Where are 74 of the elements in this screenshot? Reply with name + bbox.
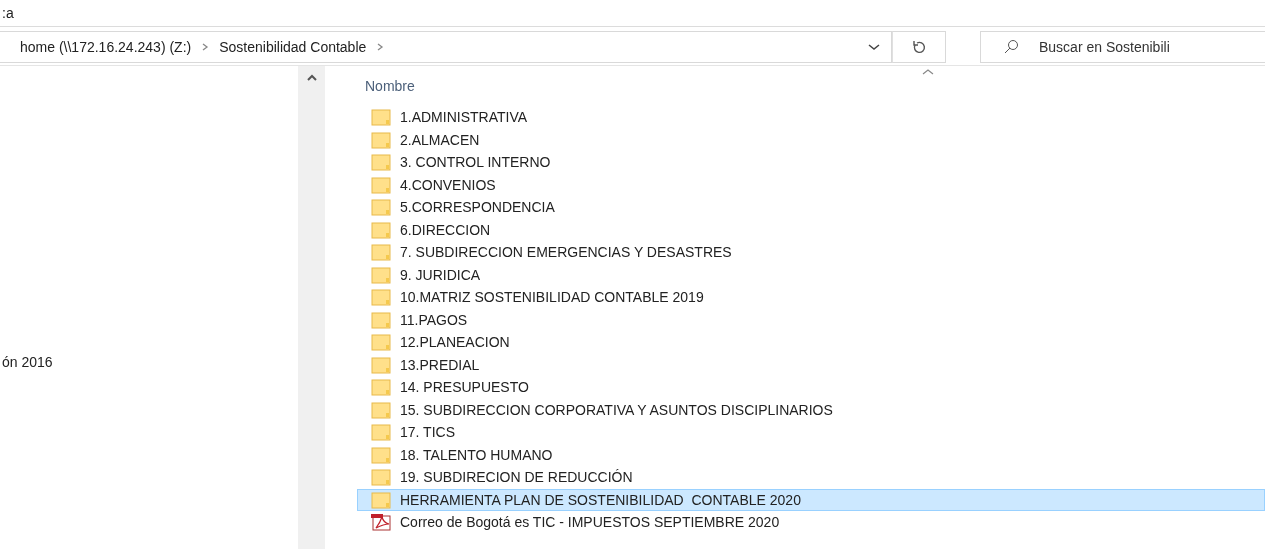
file-name: 14. PRESUPUESTO [400,379,529,396]
file-name: 4.CONVENIOS [400,176,496,193]
file-row[interactable]: 19. SUBDIRECION DE REDUCCIÓN [357,466,1265,489]
file-name: 5.CORRESPONDENCIA [400,199,555,216]
file-name: Correo de Bogotá es TIC - IMPUESTOS SEPTIEMBRE 2020 [400,514,780,531]
file-name: 18. TALENTO HUMANO [400,446,553,463]
dropdown-icon[interactable] [867,41,881,52]
file-row[interactable]: 7. SUBDIRECCION EMERGENCIAS Y DESASTRES [357,241,1265,264]
folder-icon [370,490,392,509]
pdf-icon [370,513,392,532]
file-row[interactable]: 2.ALMACEN [357,128,1265,151]
breadcrumb-item[interactable]: home (\\172.16.24.243) (Z:) [20,38,192,55]
file-row[interactable]: HERRAMIENTA PLAN DE SOSTENIBILIDAD CONTABLE 2020 [357,488,1265,511]
file-name: 3. CONTROL INTERNO [400,154,551,171]
breadcrumb-item[interactable]: Sostenibilidad Contable [219,38,367,55]
folder-icon [370,108,392,127]
file-row[interactable]: 5.CORRESPONDENCIA [357,196,1265,219]
file-row[interactable]: 13.PREDIAL [357,353,1265,376]
file-row[interactable]: Correo de Bogotá es TIC - IMPUESTOS SEPTIEMBRE 2020 [357,511,1265,534]
folder-icon [370,445,392,464]
file-row[interactable]: 14. PRESUPUESTO [357,376,1265,399]
file-row[interactable]: 12.PLANEACION [357,331,1265,354]
folder-icon [370,153,392,172]
folder-icon [370,333,392,352]
file-name: 10.MATRIZ SOSTENIBILIDAD CONTABLE 2019 [400,289,704,306]
folder-icon [370,310,392,329]
folder-icon [370,175,392,194]
folder-icon [370,243,392,262]
column-header[interactable]: Nombre [365,78,415,94]
navigation-item[interactable]: ón 2016 [2,354,298,370]
file-name: 13.PREDIAL [400,356,480,373]
folder-icon [370,220,392,239]
folder-icon [370,423,392,442]
folder-icon [370,468,392,487]
window-title: :a [0,0,1265,27]
folder-icon [370,265,392,284]
scrollbar[interactable] [298,66,325,549]
file-row[interactable]: 9. JURIDICA [357,263,1265,286]
search-input[interactable]: Buscar en Sostenibili [1039,32,1265,61]
folder-icon [370,378,392,397]
folder-icon [370,400,392,419]
file-row[interactable]: 18. TALENTO HUMANO [357,443,1265,466]
folder-icon [370,198,392,217]
file-row[interactable]: 15. SUBDIRECCION CORPORATIVA Y ASUNTOS DISCIPLINARIOS [357,398,1265,421]
sort-caret-icon [921,68,935,76]
file-row[interactable]: 3. CONTROL INTERNO [357,151,1265,174]
file-name: 9. JURIDICA [400,266,481,283]
refresh-button[interactable] [892,30,946,63]
file-name: 6.DIRECCION [400,221,491,238]
search-field[interactable]: Buscar en Sostenibili [980,30,1265,63]
file-name: 17. TICS [400,424,455,441]
refresh-icon [912,39,926,54]
folder-icon [370,355,392,374]
folder-icon [370,288,392,307]
file-row[interactable]: 6.DIRECCION [357,218,1265,241]
file-name: 1.ADMINISTRATIVA [400,109,528,126]
file-name: 2.ALMACEN [400,131,480,148]
file-name: 19. SUBDIRECION DE REDUCCIÓN [400,469,633,486]
chevron-icon [201,42,210,51]
file-name: 7. SUBDIRECCION EMERGENCIAS Y DESASTRES [400,244,732,261]
file-name: 15. SUBDIRECCION CORPORATIVA Y ASUNTOS DISCIPLINARIOS [400,401,833,418]
address-bar[interactable]: home (\\172.16.24.243) (Z:) Sostenibilidad Contable [0,30,892,63]
search-icon [1003,38,1019,55]
file-row[interactable]: 10.MATRIZ SOSTENIBILIDAD CONTABLE 2019 [357,286,1265,309]
file-name: HERRAMIENTA PLAN DE SOSTENIBILIDAD CONTABLE 2020 [400,491,801,508]
chevron-icon [376,42,385,51]
file-name: 12.PLANEACION [400,334,510,351]
scroll-up-icon[interactable] [305,74,318,82]
file-name: 11.PAGOS [400,311,468,328]
file-row[interactable]: 1.ADMINISTRATIVA [357,106,1265,129]
file-row[interactable]: 4.CONVENIOS [357,173,1265,196]
file-row[interactable]: 11.PAGOS [357,308,1265,331]
file-row[interactable]: 17. TICS [357,421,1265,444]
folder-icon [370,130,392,149]
